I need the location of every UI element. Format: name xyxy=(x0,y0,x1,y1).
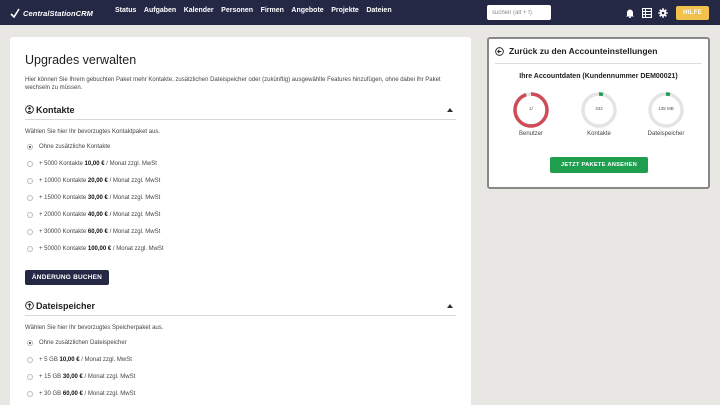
storage-option[interactable]: + 5 GB 10,00 € / Monat zzgl. MwSt xyxy=(27,357,132,363)
gear-icon[interactable] xyxy=(658,8,668,18)
storage-option[interactable]: + 15 GB 30,00 € / Monat zzgl. MwSt xyxy=(27,374,135,380)
contacts-option[interactable]: + 50000 Kontakte 100,00 € / Monat zzgl. … xyxy=(27,246,164,252)
option-label: + 5000 Kontakte 10,00 € / Monat zzgl. Mw… xyxy=(39,161,157,167)
option-label: + 30 GB 60,00 € / Monat zzgl. MwSt xyxy=(39,391,136,397)
gauge-value: 342 xyxy=(595,106,603,111)
radio-button[interactable] xyxy=(27,195,33,201)
gauge-value: 135 MB xyxy=(658,106,674,111)
radio-button[interactable] xyxy=(27,161,33,167)
storage-section-title: Dateispeicher xyxy=(36,301,96,311)
main-nav: Status Aufgaben Kalender Personen Firmen… xyxy=(115,7,392,14)
option-label: + 10000 Kontakte 20,00 € / Monat zzgl. M… xyxy=(39,178,161,184)
option-label: Ohne zusätzliche Kontakte xyxy=(39,144,111,150)
nav-item-aufgaben[interactable]: Aufgaben xyxy=(144,7,176,14)
storage-section-header[interactable]: Dateispeicher xyxy=(25,301,456,316)
option-label: Ohne zusätzlichen Dateispeicher xyxy=(39,340,127,346)
contacts-option[interactable]: + 20000 Kontakte 40,00 € / Monat zzgl. M… xyxy=(27,212,160,218)
radio-button[interactable] xyxy=(27,340,33,346)
arrow-left-circle-icon xyxy=(495,46,504,56)
upgrades-panel: Upgrades verwalten Hier können Sie Ihrem… xyxy=(10,37,471,405)
gauge-label: Dateispeicher xyxy=(647,131,685,137)
cloud-upload-icon xyxy=(25,301,34,310)
nav-item-status[interactable]: Status xyxy=(115,7,136,14)
nav-item-angebote[interactable]: Angebote xyxy=(291,7,323,14)
back-link-label: Zurück zu den Accounteinstellungen xyxy=(509,46,658,56)
intro-text: Hier können Sie Ihrem gebuchten Paket me… xyxy=(25,77,441,92)
contact-icon xyxy=(25,105,34,114)
collapse-arrow-icon[interactable] xyxy=(447,108,453,112)
radio-button[interactable] xyxy=(27,374,33,380)
option-label: + 15 GB 30,00 € / Monat zzgl. MwSt xyxy=(39,374,136,380)
contacts-option[interactable]: + 10000 Kontakte 20,00 € / Monat zzgl. M… xyxy=(27,178,160,184)
option-label: + 30000 Kontakte 60,00 € / Monat zzgl. M… xyxy=(39,229,161,235)
radio-button[interactable] xyxy=(27,144,33,150)
gauge-label: Kontakte xyxy=(587,131,611,137)
contacts-option[interactable]: + 30000 Kontakte 60,00 € / Monat zzgl. M… xyxy=(27,229,160,235)
view-packages-button[interactable]: JETZT PAKETE ANSEHEN xyxy=(550,157,648,173)
radio-button[interactable] xyxy=(27,357,33,363)
brand-name: CentralStationCRM xyxy=(23,8,94,18)
nav-item-personen[interactable]: Personen xyxy=(221,7,253,14)
nav-item-kalender[interactable]: Kalender xyxy=(184,7,214,14)
search-input[interactable] xyxy=(487,5,551,20)
account-label: Ihre Accountdaten (Kundennummer DEM00021… xyxy=(519,73,678,80)
page-title: Upgrades verwalten xyxy=(25,53,137,67)
brand-logo[interactable]: CentralStationCRM xyxy=(10,7,93,19)
gauge-label: Benutzer xyxy=(518,131,543,137)
top-navbar: CentralStationCRM Status Aufgaben Kalend… xyxy=(0,0,720,25)
collapse-arrow-icon[interactable] xyxy=(447,304,453,308)
contacts-option[interactable]: Ohne zusätzliche Kontakte xyxy=(27,144,110,150)
gauge-value: 1/ xyxy=(529,106,533,111)
gauge-users: 1/ Benutzer xyxy=(509,91,553,137)
nav-item-firmen[interactable]: Firmen xyxy=(261,7,284,14)
bell-icon[interactable] xyxy=(625,8,635,18)
contacts-option[interactable]: + 5000 Kontakte 10,00 € / Monat zzgl. Mw… xyxy=(27,161,157,167)
option-label: + 5 GB 10,00 € / Monat zzgl. MwSt xyxy=(39,357,132,363)
gauge-contacts: 342 Kontakte xyxy=(577,91,621,137)
account-summary-panel: Zurück zu den Accounteinstellungen Ihre … xyxy=(487,37,710,189)
radio-button[interactable] xyxy=(27,178,33,184)
option-label: + 50000 Kontakte 100,00 € / Monat zzgl. … xyxy=(39,246,164,252)
radio-button[interactable] xyxy=(27,246,33,252)
contacts-hint: Wählen Sie hier Ihr bevorzugtes Kontaktp… xyxy=(25,129,161,135)
option-label: + 15000 Kontakte 30,00 € / Monat zzgl. M… xyxy=(39,195,161,201)
contacts-section-title: Kontakte xyxy=(36,105,75,115)
back-link[interactable]: Zurück zu den Accounteinstellungen xyxy=(495,46,657,56)
storage-hint: Wählen Sie hier Ihr bevorzugtes Speicher… xyxy=(25,325,164,331)
contacts-section-header[interactable]: Kontakte xyxy=(25,105,456,120)
help-button[interactable]: HILFE xyxy=(676,6,709,20)
storage-option[interactable]: + 30 GB 60,00 € / Monat zzgl. MwSt xyxy=(27,391,135,397)
grid-icon[interactable] xyxy=(642,8,652,18)
nav-item-dateien[interactable]: Dateien xyxy=(366,7,391,14)
divider xyxy=(495,63,702,64)
option-label: + 20000 Kontakte 40,00 € / Monat zzgl. M… xyxy=(39,212,161,218)
book-change-button[interactable]: ÄNDERUNG BUCHEN xyxy=(25,270,109,285)
contacts-option[interactable]: + 15000 Kontakte 30,00 € / Monat zzgl. M… xyxy=(27,195,160,201)
nav-item-projekte[interactable]: Projekte xyxy=(331,7,359,14)
radio-button[interactable] xyxy=(27,391,33,397)
radio-button[interactable] xyxy=(27,212,33,218)
logo-check-icon xyxy=(10,8,20,18)
gauge-storage: 135 MB Dateispeicher xyxy=(644,91,688,137)
storage-option[interactable]: Ohne zusätzlichen Dateispeicher xyxy=(27,340,127,346)
radio-button[interactable] xyxy=(27,229,33,235)
